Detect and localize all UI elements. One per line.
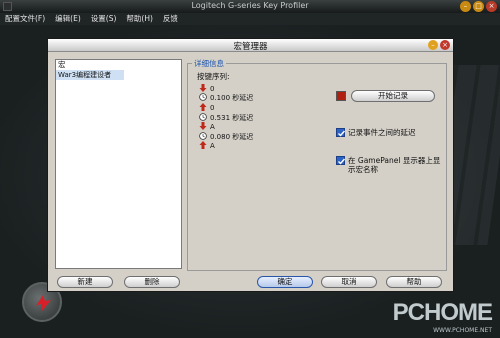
- app-window-controls: – □ ×: [460, 1, 497, 12]
- delete-button[interactable]: 删除: [124, 276, 180, 288]
- dialog-close-icon[interactable]: ×: [440, 40, 450, 50]
- delay-clock-icon: [199, 93, 207, 103]
- dialog-title: 宏管理器: [233, 42, 268, 52]
- key-down-arrow-icon: [199, 122, 207, 132]
- macro-list-header: 宏: [58, 60, 66, 69]
- dialog-window-controls: – ×: [428, 40, 450, 50]
- sequence-row-text: A: [210, 123, 215, 132]
- dialog-titlebar: 宏管理器 – ×: [48, 39, 453, 52]
- key-down-arrow-icon: [199, 83, 207, 94]
- menu-file[interactable]: 配置文件(F): [5, 13, 45, 25]
- sequence-row-text: 0.531 秒延迟: [210, 113, 254, 122]
- help-button[interactable]: 帮助: [386, 276, 442, 288]
- sequence-row[interactable]: 0.531 秒延迟: [199, 112, 319, 123]
- macro-list-item[interactable]: War3编程建设者: [56, 70, 124, 80]
- maximize-icon[interactable]: □: [473, 1, 484, 12]
- record-icon: [336, 91, 346, 101]
- macro-list[interactable]: 宏 War3编程建设者: [55, 59, 182, 269]
- cancel-button[interactable]: 取消: [321, 276, 377, 288]
- key-up-arrow-icon: [199, 102, 207, 113]
- delay-clock-icon: [199, 131, 207, 142]
- watermark-url: WWW.PCHOME.NET: [433, 327, 492, 334]
- pchome-watermark: PCHOME WWW.PCHOME.NET: [392, 299, 493, 334]
- sequence-row[interactable]: 0: [199, 83, 319, 94]
- sequence-row[interactable]: 0.080 秒延迟: [199, 131, 319, 142]
- sequence-row[interactable]: 0.100 秒延迟: [199, 93, 319, 104]
- record-delays-checkbox[interactable]: 记录事件之间的延迟: [336, 128, 444, 137]
- sequence-row[interactable]: A: [199, 122, 319, 132]
- key-sequence-list[interactable]: 0 0.100 秒延迟 0 0.531 秒延迟 A 0.080 秒延迟 A: [199, 83, 319, 152]
- show-macro-name-checkbox[interactable]: 在 GamePanel 显示器上显示宏名称: [336, 156, 444, 174]
- show-macro-name-label: 在 GamePanel 显示器上显示宏名称: [348, 156, 441, 174]
- ok-button[interactable]: 确定: [257, 276, 313, 288]
- macro-manager-dialog: 宏管理器 – × 宏 War3编程建设者 详细信息 按键序列: 0 0.100 秒…: [47, 38, 454, 292]
- menu-edit[interactable]: 编辑(E): [55, 13, 81, 25]
- sequence-row-text: A: [210, 142, 215, 151]
- record-delays-label: 记录事件之间的延迟: [348, 128, 416, 137]
- close-icon[interactable]: ×: [486, 1, 497, 12]
- menubar: 配置文件(F) 编辑(E) 设置(S) 帮助(H) 反馈: [0, 13, 500, 25]
- key-up-arrow-icon: [199, 141, 207, 151]
- menu-settings[interactable]: 设置(S): [91, 13, 117, 25]
- dialog-minimize-icon[interactable]: –: [428, 40, 438, 50]
- menu-help[interactable]: 帮助(H): [126, 13, 153, 25]
- menu-feedback[interactable]: 反馈: [163, 13, 178, 25]
- watermark-brand: PCHOME: [392, 299, 493, 326]
- new-button[interactable]: 新建: [57, 276, 113, 288]
- app-title: Logitech G-series Key Profiler: [191, 1, 309, 10]
- app-titlebar: Logitech G-series Key Profiler – □ ×: [0, 0, 500, 13]
- sequence-label: 按键序列:: [197, 72, 230, 81]
- checkbox-checked-icon[interactable]: [336, 156, 346, 165]
- delay-clock-icon: [199, 112, 207, 123]
- checkbox-checked-icon[interactable]: [336, 128, 346, 137]
- sequence-row[interactable]: 0: [199, 102, 319, 113]
- start-record-button[interactable]: 开始记录: [351, 90, 435, 102]
- details-legend: 详细信息: [192, 58, 226, 69]
- sequence-row-text: 0.080 秒延迟: [210, 132, 254, 141]
- sequence-row-text: 0: [210, 103, 215, 112]
- sequence-row[interactable]: A: [199, 141, 319, 152]
- minimize-icon[interactable]: –: [460, 1, 471, 12]
- sequence-row-text: 0.100 秒延迟: [210, 94, 254, 103]
- details-group: 详细信息 按键序列: 0 0.100 秒延迟 0 0.531 秒延迟 A 0.080 秒延…: [187, 58, 447, 271]
- sequence-row-text: 0: [210, 84, 215, 93]
